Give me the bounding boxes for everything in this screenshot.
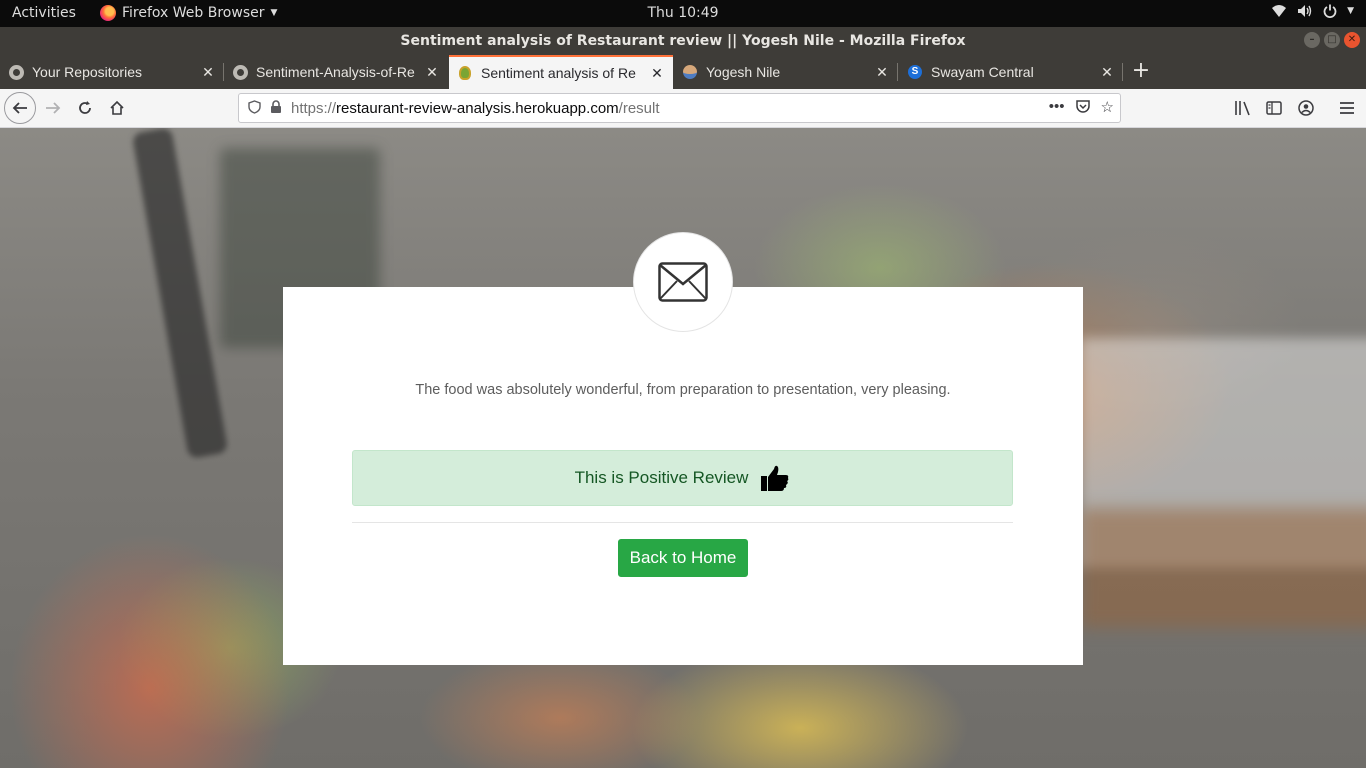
back-button[interactable] [4,92,36,124]
account-button[interactable] [1291,93,1321,123]
power-icon [1323,4,1337,18]
clock[interactable]: Thu 10:49 [647,5,718,21]
leaf-icon [457,65,473,81]
firefox-logo-icon [100,5,116,21]
bookmark-star-icon[interactable]: ☆ [1101,98,1114,118]
close-tab-icon[interactable]: ✕ [200,64,216,81]
back-to-home-button[interactable]: Back to Home [618,539,748,577]
tab-sentiment-analysis-repo[interactable]: Sentiment-Analysis-of-Re ✕ [224,55,448,89]
background-image-fork [131,128,229,459]
library-icon [1235,101,1250,116]
sidebar-button[interactable] [1259,93,1289,123]
envelope-badge [633,232,733,332]
url-text: https://restaurant-review-analysis.herok… [291,99,660,117]
sidebar-icon [1266,101,1282,115]
tab-label: Your Repositories [32,64,142,80]
lock-icon[interactable] [265,99,287,117]
hamburger-menu-icon [1340,102,1354,114]
home-button[interactable] [102,93,132,123]
arrow-right-icon [46,102,61,114]
chevron-down-icon: ▼ [270,8,278,18]
tracking-shield-icon[interactable] [243,99,265,117]
page-content: The food was absolutely wonderful, from … [0,128,1366,768]
background-image-board [1080,508,1366,628]
app-menu-label: Firefox Web Browser [122,5,265,21]
tab-label: Sentiment-Analysis-of-Re [256,64,415,80]
tab-label: Swayam Central [931,64,1034,80]
account-icon [1298,100,1314,116]
wifi-icon [1271,4,1287,18]
envelope-icon [658,262,708,302]
close-tab-icon[interactable]: ✕ [424,64,440,81]
close-tab-icon[interactable]: ✕ [1099,64,1115,81]
page-actions-icon[interactable]: ••• [1049,98,1065,118]
tab-sentiment-analysis-active[interactable]: Sentiment analysis of Re ✕ [449,55,673,89]
system-top-bar: Activities Firefox Web Browser ▼ Thu 10:… [0,0,1366,27]
app-menu[interactable]: Firefox Web Browser ▼ [100,5,277,21]
close-tab-icon[interactable]: ✕ [874,64,890,81]
close-tab-icon[interactable]: ✕ [649,65,665,82]
tab-your-repositories[interactable]: Your Repositories ✕ [0,55,224,89]
divider [352,522,1013,523]
close-window-button[interactable]: ✕ [1344,32,1360,48]
sentiment-result-alert: This is Positive Review [352,450,1013,506]
window-title-bar: Sentiment analysis of Restaurant review … [0,27,1366,55]
tab-strip: Your Repositories ✕ Sentiment-Analysis-o… [0,55,1366,89]
activities-button[interactable]: Activities [12,5,76,21]
system-tray[interactable]: ▼ [1271,4,1354,18]
sentiment-result-label: This is Positive Review [574,468,749,487]
github-icon [232,64,248,80]
volume-icon [1297,4,1313,18]
tab-swayam-central[interactable]: S Swayam Central ✕ [899,55,1123,89]
new-tab-button[interactable]: + [1126,55,1156,89]
library-button[interactable] [1228,93,1258,123]
reload-icon [79,101,91,114]
menu-button[interactable] [1332,93,1362,123]
home-icon [110,100,124,115]
address-bar[interactable]: https://restaurant-review-analysis.herok… [238,93,1121,123]
review-text: The food was absolutely wonderful, from … [415,382,951,398]
avatar-icon [682,64,698,80]
chevron-down-icon: ▼ [1347,6,1354,16]
maximize-button[interactable]: □ [1324,32,1340,48]
tab-label: Yogesh Nile [706,64,781,80]
tab-yogesh-nile[interactable]: Yogesh Nile ✕ [674,55,898,89]
swayam-icon: S [907,64,923,80]
forward-button[interactable] [38,93,68,123]
minimize-button[interactable]: – [1304,32,1320,48]
pocket-icon[interactable] [1075,98,1091,118]
thumbs-up-icon [760,464,790,492]
window-title: Sentiment analysis of Restaurant review … [400,33,966,49]
github-icon [8,64,24,80]
arrow-left-icon [12,102,27,114]
reload-button[interactable] [70,93,100,123]
tab-label: Sentiment analysis of Re [481,65,636,81]
navigation-toolbar: https://restaurant-review-analysis.herok… [0,89,1366,128]
